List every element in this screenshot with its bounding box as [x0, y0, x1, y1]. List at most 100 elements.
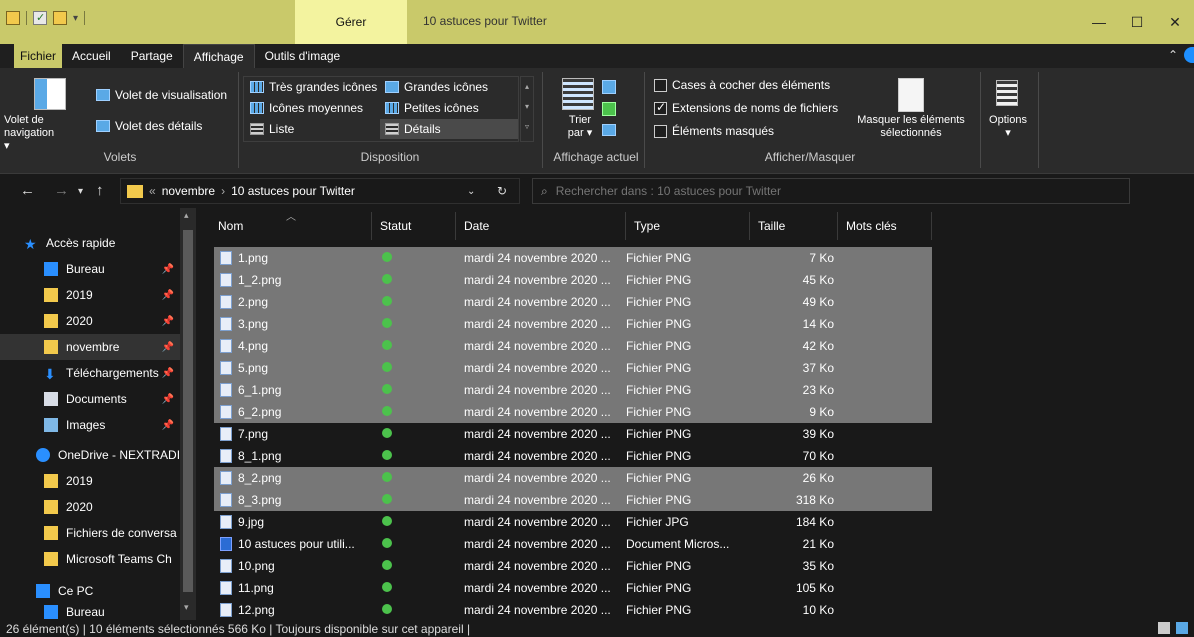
recent-locations-icon[interactable]: ▾ [78, 186, 83, 197]
minimize-button[interactable]: — [1080, 0, 1118, 44]
details-pane-button[interactable]: Volet des détails [115, 119, 202, 133]
layout-details[interactable]: Détails [404, 122, 441, 136]
nav-item-conversations[interactable]: Fichiers de conversa [0, 520, 180, 546]
column-header-name[interactable]: Nom ︿ [210, 212, 372, 240]
nav-item-2019[interactable]: 2019 📌 [0, 282, 180, 308]
table-row[interactable]: 2.png mardi 24 novembre 2020 ... Fichier P… [214, 291, 932, 313]
nav-item-bureau[interactable]: Bureau 📌 [0, 256, 180, 282]
address-history-icon[interactable]: ⌄ [467, 186, 475, 197]
layout-list[interactable]: Liste [269, 122, 294, 136]
column-header-tags[interactable]: Mots clés [838, 212, 932, 240]
forward-arrow-icon[interactable]: → [54, 182, 69, 199]
collapse-ribbon-icon[interactable]: ⌃ [1168, 48, 1178, 62]
table-row[interactable]: 4.png mardi 24 novembre 2020 ... Fichier P… [214, 335, 932, 357]
layout-gallery-scroll[interactable]: ▴ ▾ ▿ [520, 76, 534, 142]
table-row[interactable]: 9.jpg mardi 24 novembre 2020 ... Fichier J… [214, 511, 932, 533]
manage-context-tab[interactable]: Gérer [295, 0, 407, 44]
nav-item-onedrive-2020[interactable]: 2020 [0, 494, 180, 520]
customize-toolbar-icon[interactable]: ▾ [73, 13, 78, 24]
address-bar[interactable]: « novembre › 10 astuces pour Twitter ⌄ ↻ [120, 178, 520, 204]
options-button[interactable]: Options ▾ [988, 114, 1028, 139]
table-row[interactable]: 1_2.png mardi 24 novembre 2020 ... Fichier… [214, 269, 932, 291]
breadcrumb-current[interactable]: 10 astuces pour Twitter [231, 184, 355, 198]
hidden-items-checkbox[interactable] [654, 124, 667, 138]
refresh-icon[interactable]: ↻ [497, 184, 507, 198]
group-by-icon[interactable] [602, 80, 616, 94]
tab-affichage[interactable]: Affichage [182, 44, 255, 68]
size-columns-icon[interactable] [602, 124, 616, 136]
table-row[interactable]: 12.png mardi 24 novembre 2020 ... Fichier … [214, 599, 932, 621]
close-button[interactable]: ✕ [1156, 0, 1194, 44]
nav-item-telechargements[interactable]: ⬇ Téléchargements 📌 [0, 360, 180, 386]
tab-outils-image[interactable]: Outils d'image [255, 44, 351, 68]
hide-selected-icon[interactable] [898, 78, 924, 112]
column-header-status[interactable]: Statut [372, 212, 456, 240]
layout-small-icons[interactable]: Petites icônes [404, 101, 479, 115]
maximize-button[interactable]: ☐ [1118, 0, 1156, 44]
details-view-icon[interactable] [1158, 622, 1170, 634]
preview-pane-button[interactable]: Volet de visualisation [115, 88, 227, 102]
table-row[interactable]: 1.png mardi 24 novembre 2020 ... Fichier P… [214, 247, 932, 269]
file-extensions-checkbox[interactable] [654, 100, 667, 115]
options-icon[interactable] [996, 80, 1018, 106]
hide-selected-button[interactable]: Masquer les éléments sélectionnés [848, 114, 974, 140]
status-cell [370, 339, 450, 353]
nav-item-pc-bureau[interactable]: Bureau [0, 604, 180, 620]
scroll-down-icon[interactable]: ▾ [184, 602, 189, 613]
nav-item-novembre[interactable]: novembre 📌 [0, 334, 180, 360]
nav-scrollbar[interactable]: ▴ ▾ [180, 208, 196, 620]
table-row[interactable]: 10 astuces pour utili... mardi 24 novembr… [214, 533, 932, 555]
group-label-show-hide: Afficher/Masquer [764, 150, 856, 164]
table-row[interactable]: 8_2.png mardi 24 novembre 2020 ... Fichier… [214, 467, 932, 489]
nav-item-2020[interactable]: 2020 📌 [0, 308, 180, 334]
table-row[interactable]: 8_1.png mardi 24 novembre 2020 ... Fichier… [214, 445, 932, 467]
add-columns-icon[interactable] [602, 102, 616, 116]
search-box[interactable]: ⌕ [532, 178, 1130, 204]
breadcrumb-overflow[interactable]: « [149, 184, 156, 198]
nav-item-images[interactable]: Images 📌 [0, 412, 180, 438]
nav-item-teams[interactable]: Microsoft Teams Ch [0, 546, 180, 572]
table-row[interactable]: 7.png mardi 24 novembre 2020 ... Fichier P… [214, 423, 932, 445]
nav-item-documents[interactable]: Documents 📌 [0, 386, 180, 412]
layout-medium-icons[interactable]: Icônes moyennes [269, 101, 363, 115]
folder-icon [44, 526, 58, 540]
column-header-size[interactable]: Taille [750, 212, 838, 240]
up-arrow-icon[interactable]: ↑ [96, 182, 104, 199]
properties-icon[interactable] [33, 11, 47, 25]
table-row[interactable]: 6_1.png mardi 24 novembre 2020 ... Fichier… [214, 379, 932, 401]
search-input[interactable] [555, 184, 1056, 198]
nav-item-quick-access[interactable]: ★ Accès rapide [0, 230, 180, 256]
scroll-up-icon[interactable]: ▴ [184, 210, 189, 221]
tab-fichier[interactable]: Fichier [14, 44, 63, 68]
large-icons-view-icon[interactable] [1176, 622, 1188, 634]
navigation-pane-icon[interactable] [34, 78, 66, 110]
table-row[interactable]: 5.png mardi 24 novembre 2020 ... Fichier P… [214, 357, 932, 379]
column-header-date[interactable]: Date [456, 212, 626, 240]
item-checkboxes-checkbox[interactable] [654, 78, 667, 92]
table-row[interactable]: 8_3.png mardi 24 novembre 2020 ... Fichier… [214, 489, 932, 511]
table-row[interactable]: 10.png mardi 24 novembre 2020 ... Fichier … [214, 555, 932, 577]
table-row[interactable]: 6_2.png mardi 24 novembre 2020 ... Fichier… [214, 401, 932, 423]
folder-icon[interactable] [6, 11, 20, 25]
layout-very-large-icons[interactable]: Très grandes icônes [269, 80, 377, 94]
help-icon[interactable] [1184, 47, 1194, 63]
column-header-type[interactable]: Type [626, 212, 750, 240]
new-folder-icon[interactable] [53, 11, 67, 25]
table-row[interactable]: 11.png mardi 24 novembre 2020 ... Fichier … [214, 577, 932, 599]
tab-accueil[interactable]: Accueil [62, 44, 121, 68]
table-row[interactable]: 3.png mardi 24 novembre 2020 ... Fichier P… [214, 313, 932, 335]
sort-by-icon[interactable] [562, 78, 594, 110]
tab-partage[interactable]: Partage [121, 44, 183, 68]
file-size: 39 Ko [802, 427, 834, 441]
image-file-icon [220, 317, 232, 331]
nav-item-onedrive-2019[interactable]: 2019 [0, 468, 180, 494]
nav-item-ce-pc[interactable]: Ce PC [0, 578, 180, 604]
back-arrow-icon[interactable]: ← [20, 182, 35, 199]
status-cell [370, 295, 450, 309]
sort-by-button[interactable]: Trier par ▾ [562, 114, 598, 140]
breadcrumb-novembre[interactable]: novembre [162, 184, 215, 198]
navigation-pane-button[interactable]: Volet de navigation ▾ [4, 114, 62, 153]
nav-item-onedrive[interactable]: OneDrive - NEXTRADI [0, 442, 180, 468]
scrollbar-thumb[interactable] [183, 230, 193, 592]
layout-large-icons[interactable]: Grandes icônes [404, 80, 488, 94]
